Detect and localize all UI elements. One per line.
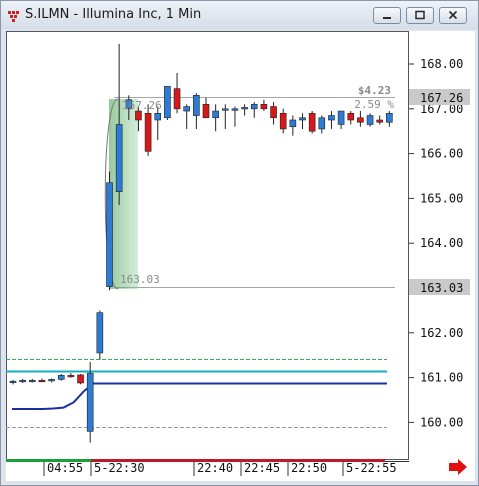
price-tick-label: 161.00 <box>420 371 463 385</box>
title-bar[interactable]: S.ILMN - Illumina Inc, 1 Min <box>1 1 478 29</box>
candle-body <box>347 112 355 121</box>
maximize-button[interactable] <box>406 7 434 24</box>
candle-body <box>38 379 46 383</box>
window-title: S.ILMN - Illumina Inc, 1 Min <box>25 7 202 22</box>
candle-body <box>183 106 190 112</box>
minimize-icon <box>383 17 391 19</box>
price-axis[interactable]: 168.00167.00166.00165.00164.00163.00162.… <box>409 57 463 429</box>
change-label: $4.23 <box>358 84 391 97</box>
candle-body <box>357 117 364 123</box>
percent-label: 2.59 % <box>354 98 394 111</box>
price-tick-label: 164.00 <box>420 236 463 250</box>
time-tick-label: 22:45 <box>244 461 280 475</box>
close-button[interactable] <box>439 7 467 24</box>
price-tick-label: 160.00 <box>420 415 463 429</box>
candle-body <box>48 379 55 382</box>
candle-body <box>77 374 84 384</box>
candle-body <box>57 375 65 380</box>
close-icon <box>448 10 458 20</box>
app-icon <box>8 11 19 22</box>
candle-body <box>386 112 393 123</box>
time-tick-label: 22:50 <box>291 461 327 475</box>
time-tick-label: 5-22:55 <box>346 461 397 475</box>
price-tick-label: 165.00 <box>420 191 463 205</box>
candle-body <box>28 379 36 383</box>
candle-body <box>19 379 26 383</box>
price-tick-label: 166.00 <box>420 147 463 161</box>
candle-body <box>9 380 17 383</box>
range-highlight <box>109 99 138 289</box>
maximize-icon <box>415 10 425 20</box>
time-tick-label: 5-22:30 <box>94 461 145 475</box>
candle-body <box>115 124 123 192</box>
candle-body <box>299 117 306 121</box>
chart-window: S.ILMN - Illumina Inc, 1 Min $4.23 2.59 … <box>0 0 479 486</box>
candle-body <box>376 119 384 123</box>
candle-body <box>366 115 374 125</box>
minimize-button[interactable] <box>373 7 401 24</box>
candle-body <box>337 110 345 125</box>
time-axis[interactable]: 04:55 5-22:30 22:40 22:45 22:50 5-22:55 <box>43 461 397 476</box>
candle-body <box>212 110 219 119</box>
candle-body <box>173 88 181 110</box>
candle-body <box>318 117 326 130</box>
candle-body <box>67 375 75 378</box>
time-tick-label: 04:55 <box>47 461 83 475</box>
candle-body <box>222 108 229 111</box>
candle-body <box>202 104 210 119</box>
candle-body <box>106 182 113 287</box>
candle-body <box>250 104 258 110</box>
candle-body <box>328 115 335 121</box>
price-tick-label: 168.00 <box>420 57 463 71</box>
high-value-label: 167.26 <box>122 99 162 112</box>
candle-body <box>308 112 316 132</box>
candle-body <box>96 312 104 354</box>
plot-frame <box>6 31 409 460</box>
candle-body <box>154 112 162 121</box>
last-price-label: 167.26 <box>420 91 463 105</box>
low-price-label: 163.03 <box>420 281 463 295</box>
price-chart[interactable]: $4.23 2.59 % 167.26 163.03 168.00167.001… <box>6 31 475 481</box>
candle-body <box>260 104 268 110</box>
candle-body <box>86 372 94 432</box>
candle-body <box>289 119 297 128</box>
candle-body <box>135 110 142 121</box>
candle-body <box>164 86 171 119</box>
candle-body <box>279 112 287 130</box>
candle-body <box>144 112 152 152</box>
price-tick-label: 162.00 <box>420 326 463 340</box>
red-arrow-right-icon[interactable] <box>449 459 467 475</box>
time-tick-label: 22:40 <box>197 461 233 475</box>
candle-body <box>270 106 277 119</box>
candle-body <box>231 108 239 111</box>
chart-area[interactable]: $4.23 2.59 % 167.26 163.03 168.00 167.00 1… <box>6 31 475 481</box>
candle-body <box>241 107 248 110</box>
candle-body <box>193 95 200 116</box>
low-value-label: 163.03 <box>120 273 160 286</box>
